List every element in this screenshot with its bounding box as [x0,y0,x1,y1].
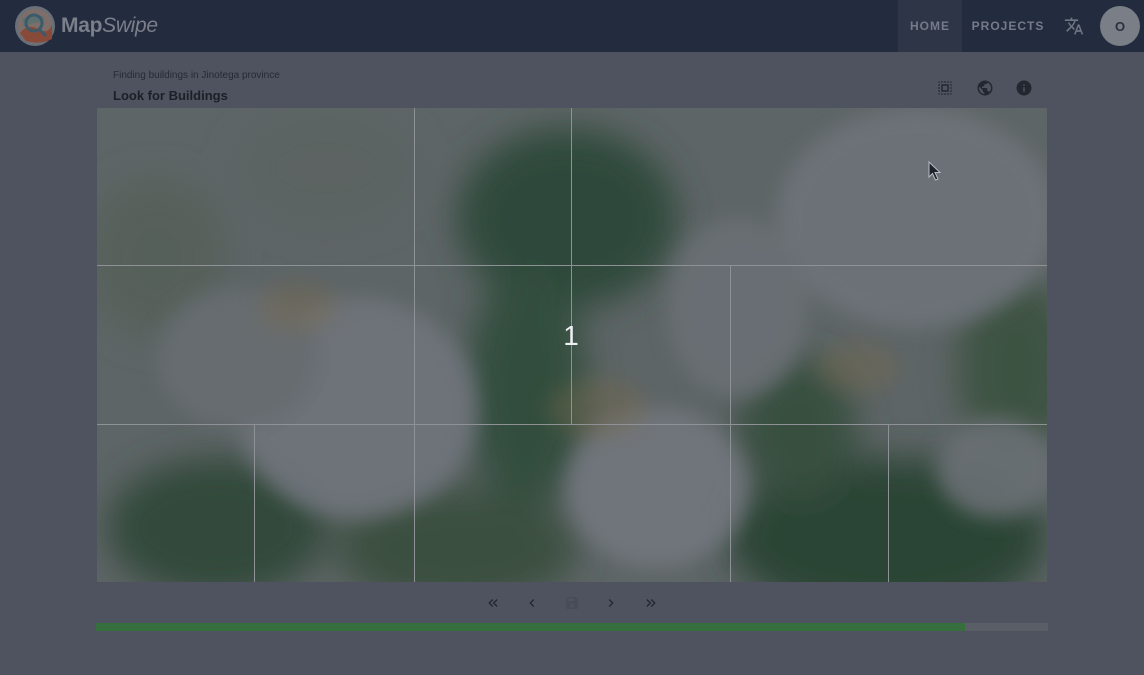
top-navbar: MapSwipe HOME PROJECTS O [0,0,1144,52]
project-subtitle: Finding buildings in Jinotega province [113,70,280,81]
nav-home[interactable]: HOME [898,0,962,52]
mapswipe-logo[interactable]: MapSwipe [14,5,158,47]
user-avatar[interactable]: O [1100,6,1140,46]
select-all-icon[interactable] [935,78,955,98]
nav-projects[interactable]: PROJECTS [966,0,1050,52]
info-icon[interactable] [1014,78,1034,98]
globe-icon[interactable] [975,78,995,98]
satellite-tile-map[interactable]: 1 [97,108,1047,582]
brand-name-bold: Map [61,14,103,37]
progress-bar-fill [96,623,966,631]
previous-icon[interactable] [521,592,543,614]
mapswipe-logo-icon [15,6,55,46]
project-title: Look for Buildings [113,88,228,103]
tile-number: 1 [563,320,579,351]
save-icon[interactable] [561,592,583,614]
progress-bar [96,623,1048,631]
next-icon[interactable] [600,592,622,614]
brand-name-italic: Swipe [102,14,158,37]
last-page-icon[interactable] [640,592,662,614]
translate-icon[interactable] [1060,12,1088,40]
first-page-icon[interactable] [482,592,504,614]
brand-name: MapSwipe [61,14,158,38]
mouse-cursor-icon [928,161,942,181]
